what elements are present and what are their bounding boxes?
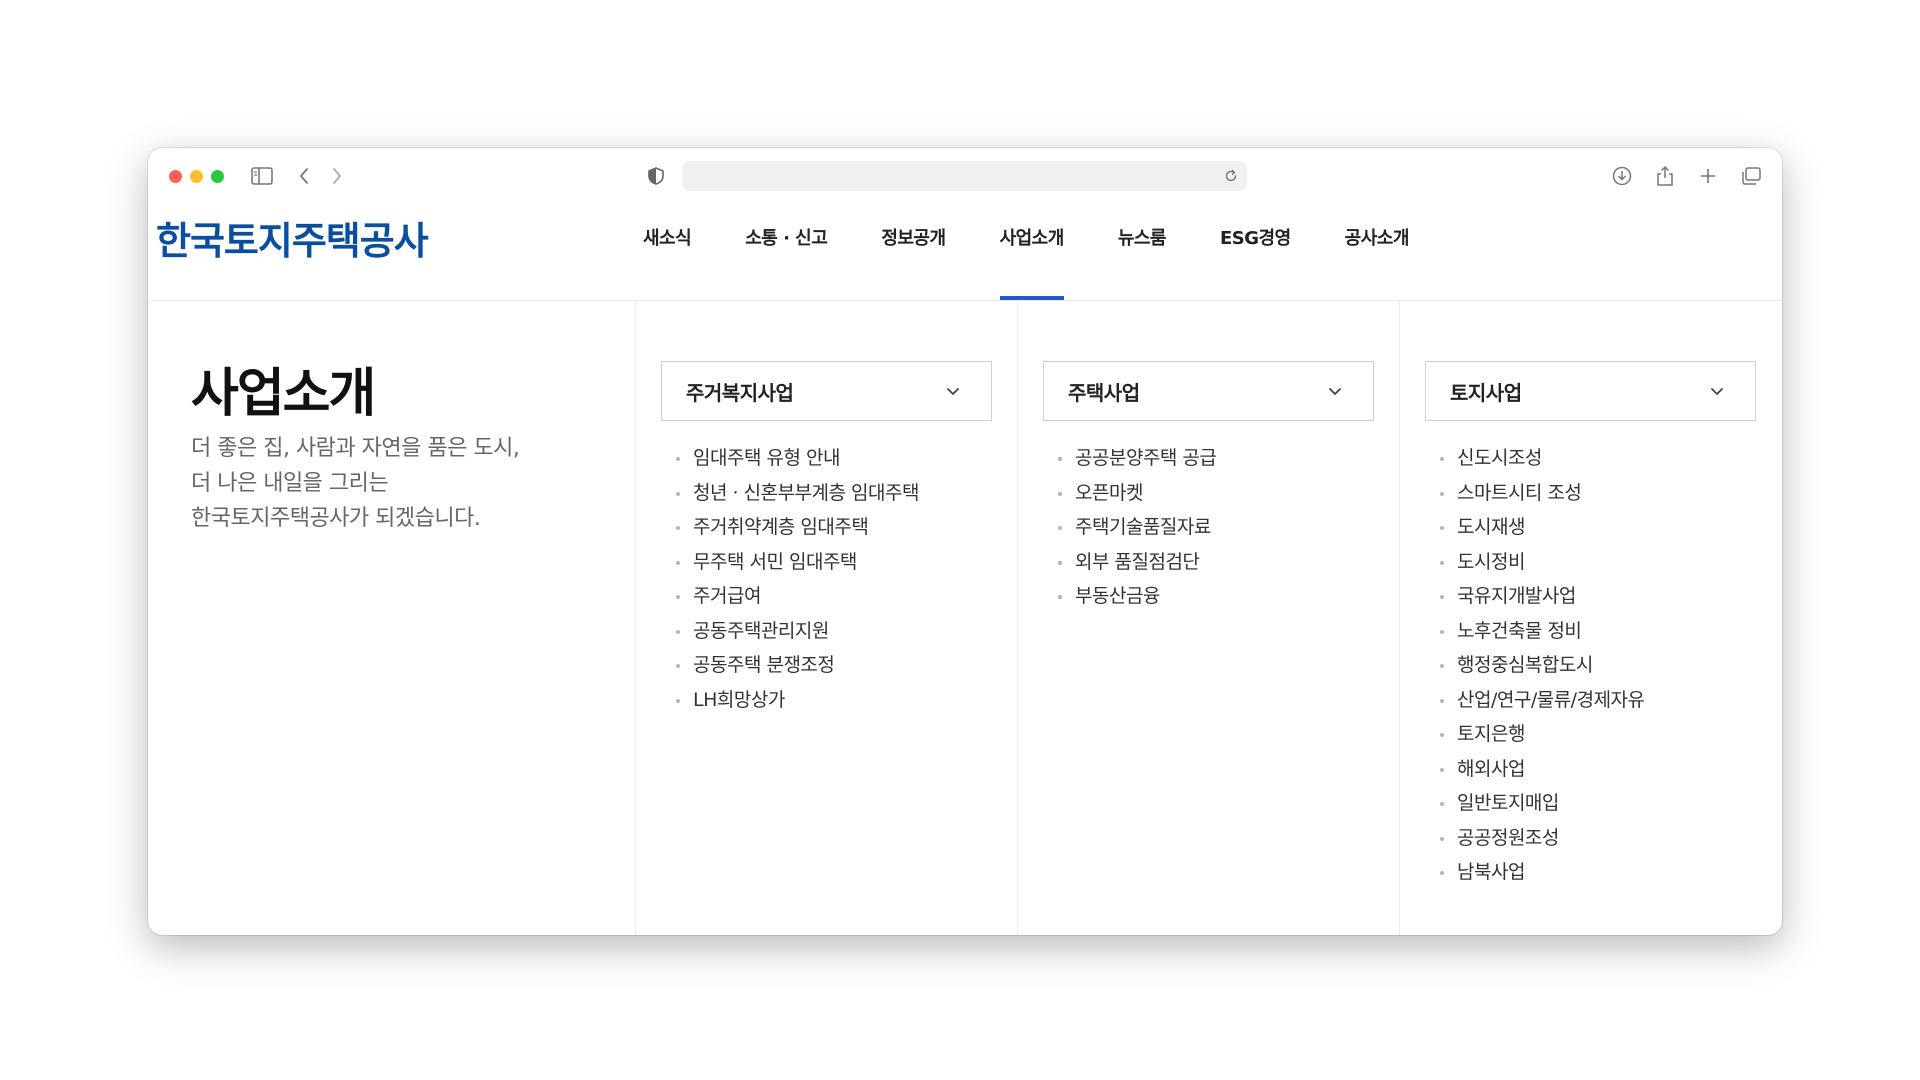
page-title: 사업소개: [191, 364, 376, 424]
list-item[interactable]: 신도시조성: [1440, 441, 1645, 476]
page-description: 더 좋은 집, 사람과 자연을 품은 도시, 더 나은 내일을 그리는 한국토지…: [191, 431, 520, 536]
list-item[interactable]: 스마트시티 조성: [1440, 476, 1645, 511]
description-line: 더 나은 내일을 그리는: [191, 471, 389, 496]
intro-pane: 사업소개 더 좋은 집, 사람과 자연을 품은 도시, 더 나은 내일을 그리는…: [148, 301, 636, 935]
column-housing-welfare: 주거복지사업 임대주택 유형 안내 청년 · 신혼부부계층 임대주택 주거취약계…: [636, 301, 1018, 935]
description-line: 한국토지주택공사가 되겠습니다.: [191, 506, 481, 531]
list-item[interactable]: 주거취약계층 임대주택: [676, 510, 919, 545]
browser-toolbar: [148, 148, 1782, 200]
maximize-window-button[interactable]: [211, 170, 224, 183]
chevron-down-icon: [947, 388, 959, 395]
share-icon[interactable]: [1651, 162, 1679, 190]
nav-item-news[interactable]: 새소식: [616, 200, 718, 300]
tab-overview-icon[interactable]: [1737, 162, 1765, 190]
category-dropdown-housing-welfare[interactable]: 주거복지사업: [661, 361, 992, 421]
privacy-shield-icon[interactable]: [642, 162, 670, 190]
close-window-button[interactable]: [169, 170, 182, 183]
list-item[interactable]: 외부 품질점검단: [1058, 545, 1216, 580]
nav-item-communication[interactable]: 소통 · 신고: [718, 200, 854, 300]
new-tab-icon[interactable]: [1694, 162, 1722, 190]
column-land: 토지사업 신도시조성 스마트시티 조성 도시재생 도시정비 국유지개발사업 노후…: [1400, 301, 1781, 935]
address-bar[interactable]: [682, 161, 1247, 191]
category-dropdown-housing[interactable]: 주택사업: [1043, 361, 1374, 421]
list-item[interactable]: 해외사업: [1440, 752, 1645, 787]
category-heading: 토지사업: [1450, 380, 1522, 405]
list-item[interactable]: 국유지개발사업: [1440, 579, 1645, 614]
list-item[interactable]: 임대주택 유형 안내: [676, 441, 919, 476]
list-item[interactable]: 청년 · 신혼부부계층 임대주택: [676, 476, 919, 511]
window-controls: [169, 170, 224, 183]
category-dropdown-land[interactable]: 토지사업: [1425, 361, 1756, 421]
list-item[interactable]: 공공분양주택 공급: [1058, 441, 1217, 476]
category-list: 공공분양주택 공급 오픈마켓 주택기술품질자료 외부 품질점검단 부동산금융: [1058, 441, 1217, 614]
minimize-window-button[interactable]: [190, 170, 203, 183]
category-heading: 주택사업: [1068, 380, 1140, 405]
nav-item-disclosure[interactable]: 정보공개: [854, 200, 972, 300]
list-item[interactable]: 오픈마켓: [1058, 476, 1216, 511]
list-item[interactable]: 도시정비: [1440, 545, 1645, 580]
list-item[interactable]: 무주택 서민 임대주택: [676, 545, 919, 580]
list-item[interactable]: 노후건축물 정비: [1440, 614, 1645, 649]
category-heading: 주거복지사업: [686, 380, 794, 405]
download-icon[interactable]: [1608, 162, 1636, 190]
browser-window: 한국토지주택공사 새소식 소통 · 신고 정보공개 사업소개 뉴스룸 ESG경영…: [148, 148, 1782, 935]
nav-item-about[interactable]: 공사소개: [1318, 200, 1436, 300]
category-list: 임대주택 유형 안내 청년 · 신혼부부계층 임대주택 주거취약계층 임대주택 …: [676, 441, 919, 717]
list-item[interactable]: 공동주택관리지원: [676, 614, 919, 649]
back-icon[interactable]: [290, 162, 318, 190]
list-item[interactable]: 주거급여: [676, 579, 919, 614]
reload-icon[interactable]: [1221, 166, 1241, 186]
list-item[interactable]: 부동산금융: [1058, 579, 1216, 614]
sidebar-toggle-icon[interactable]: [248, 162, 276, 190]
list-item[interactable]: 공공정원조성: [1440, 821, 1645, 856]
nav-item-newsroom[interactable]: 뉴스룸: [1091, 200, 1193, 300]
nav-item-business[interactable]: 사업소개: [973, 200, 1091, 300]
forward-icon[interactable]: [323, 162, 351, 190]
list-item[interactable]: 주택기술품질자료: [1058, 510, 1216, 545]
list-item[interactable]: 도시재생: [1440, 510, 1645, 545]
list-item[interactable]: 토지은행: [1440, 717, 1645, 752]
list-item[interactable]: 일반토지매입: [1440, 786, 1645, 821]
site-header: 한국토지주택공사 새소식 소통 · 신고 정보공개 사업소개 뉴스룸 ESG경영…: [148, 200, 1782, 301]
site-logo[interactable]: 한국토지주택공사: [156, 210, 429, 265]
list-item[interactable]: 산업/연구/물류/경제자유: [1440, 683, 1645, 718]
list-item[interactable]: LH희망상가: [676, 683, 919, 718]
description-line: 더 좋은 집, 사람과 자연을 품은 도시,: [191, 436, 520, 461]
list-item[interactable]: 남북사업: [1440, 855, 1645, 890]
main-navigation: 새소식 소통 · 신고 정보공개 사업소개 뉴스룸 ESG경영 공사소개: [616, 200, 1436, 300]
column-housing: 주택사업 공공분양주택 공급 오픈마켓 주택기술품질자료 외부 품질점검단 부동…: [1018, 301, 1400, 935]
chevron-down-icon: [1711, 388, 1723, 395]
category-list: 신도시조성 스마트시티 조성 도시재생 도시정비 국유지개발사업 노후건축물 정…: [1440, 441, 1645, 890]
list-item[interactable]: 행정중심복합도시: [1440, 648, 1645, 683]
chevron-down-icon: [1329, 388, 1341, 395]
nav-item-esg[interactable]: ESG경영: [1193, 200, 1318, 300]
list-item[interactable]: 공동주택 분쟁조정: [676, 648, 919, 683]
